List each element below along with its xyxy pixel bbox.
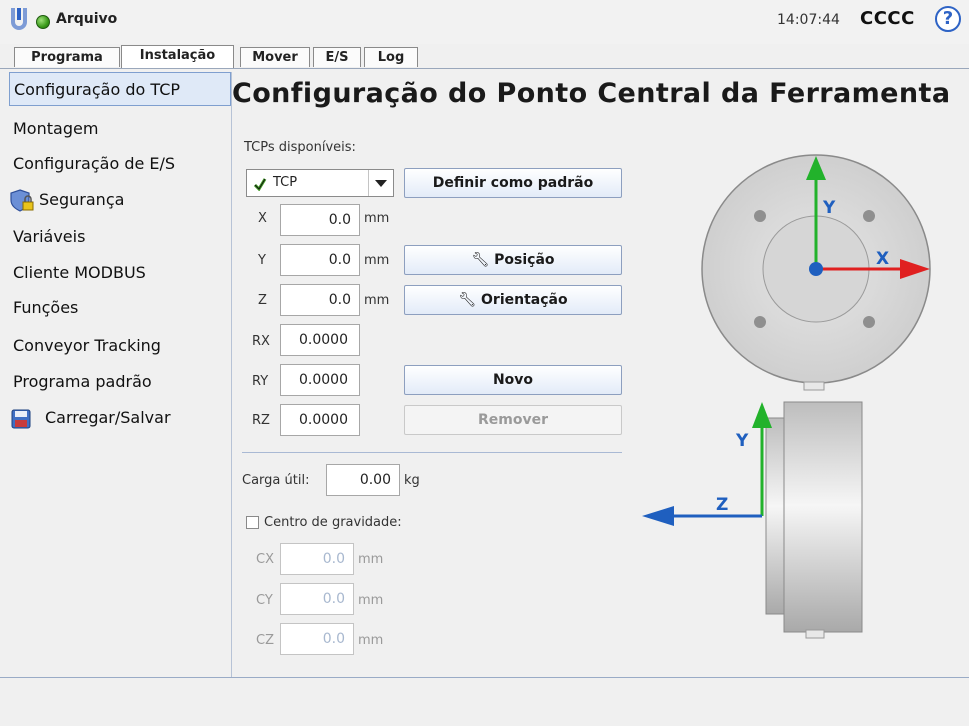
ry-field[interactable]: 0.0000 [280, 364, 360, 396]
z-unit: mm [364, 293, 390, 308]
help-button[interactable]: ? [935, 6, 961, 32]
cy-unit: mm [358, 593, 384, 608]
sidebar-item-label: Montagem [13, 119, 99, 138]
sidebar-item-label: Programa padrão [13, 372, 152, 391]
payload-label: Carga útil: [242, 473, 310, 488]
cog-checkbox[interactable] [246, 516, 259, 529]
tab-programa[interactable]: Programa [14, 47, 120, 67]
y-unit: mm [364, 253, 390, 268]
sidebar-item-es-config[interactable]: Configuração de E/S [9, 147, 231, 181]
file-menu[interactable]: Arquivo [56, 11, 117, 27]
cx-field[interactable]: 0.0 [280, 543, 354, 575]
x-unit: mm [364, 211, 390, 226]
set-default-button[interactable]: Definir como padrão [404, 168, 622, 198]
sidebar-item-conveyor[interactable]: Conveyor Tracking [9, 329, 231, 363]
side-z-axis-label: Z [716, 495, 728, 515]
tab-es[interactable]: E/S [313, 47, 361, 67]
rx-field[interactable]: 0.0000 [280, 324, 360, 356]
available-tcps-label: TCPs disponíveis: [244, 140, 356, 155]
z-field[interactable]: 0.0 [280, 284, 360, 316]
payload-unit: kg [404, 473, 420, 488]
tab-instalacao[interactable]: Instalação [121, 45, 234, 68]
y-field[interactable]: 0.0 [280, 244, 360, 276]
sidebar-item-variaveis[interactable]: Variáveis [9, 220, 231, 254]
cx-unit: mm [358, 552, 384, 567]
tab-mover[interactable]: Mover [240, 47, 310, 67]
remove-tcp-button[interactable]: Remover [404, 405, 622, 435]
orientation-button[interactable]: 🔧︎ Orientação [404, 285, 622, 315]
tab-log[interactable]: Log [364, 47, 418, 67]
position-button[interactable]: 🔧︎ Posição [404, 245, 622, 275]
cy-label: CY [256, 593, 273, 608]
sidebar-item-seguranca[interactable]: Segurança [9, 183, 231, 217]
sidebar-item-label: Conveyor Tracking [13, 336, 161, 355]
sidebar-item-label: Configuração do TCP [14, 80, 181, 99]
rz-label: RZ [252, 413, 270, 428]
sidebar-item-tcp[interactable]: Configuração do TCP [9, 72, 231, 106]
wand-icon: 🔧︎ [471, 252, 490, 268]
x-label: X [258, 211, 267, 226]
tab-divider [0, 68, 969, 69]
ur-logo-icon [11, 8, 27, 30]
cx-label: CX [256, 552, 274, 567]
sidebar: Configuração do TCP Montagem Configuraçã… [9, 72, 231, 677]
wand-icon: 🔧︎ [458, 292, 477, 308]
orientation-button-label: Orientação [481, 292, 568, 308]
clock: 14:07:44 [777, 12, 840, 28]
floppy-disk-icon [11, 409, 31, 429]
sidebar-item-montagem[interactable]: Montagem [9, 112, 231, 146]
cog-label: Centro de gravidade: [264, 515, 402, 530]
sidebar-item-carregar-salvar[interactable]: Carregar/Salvar [9, 401, 231, 435]
sidebar-item-programa-padrao[interactable]: Programa padrão [9, 365, 231, 399]
robot-name: CCCC [860, 8, 915, 29]
sidebar-item-label: Variáveis [13, 227, 86, 246]
footer-divider [0, 677, 969, 678]
sidebar-item-label: Cliente MODBUS [13, 263, 146, 282]
new-tcp-button[interactable]: Novo [404, 365, 622, 395]
cy-field[interactable]: 0.0 [280, 583, 354, 615]
checkmark-icon [253, 178, 267, 191]
rz-field[interactable]: 0.0000 [280, 404, 360, 436]
page-title: Configuração do Ponto Central da Ferrame… [232, 78, 951, 109]
flange-side-view: Y Z [642, 401, 863, 639]
cz-field[interactable]: 0.0 [280, 623, 354, 655]
rx-label: RX [252, 334, 270, 349]
tool-flange-diagram: Y X Y Z [642, 154, 931, 639]
position-button-label: Posição [494, 252, 555, 268]
tcp-select-value: TCP [273, 175, 298, 190]
sidebar-item-label: Funções [13, 298, 79, 317]
status-indicator-icon [36, 15, 50, 29]
top-x-axis-label: X [876, 249, 889, 269]
cz-label: CZ [256, 633, 274, 648]
sidebar-item-label: Segurança [39, 190, 125, 209]
sidebar-item-label: Carregar/Salvar [45, 408, 171, 427]
tcp-select[interactable]: TCP [246, 169, 394, 197]
flange-top-view: Y X [701, 154, 931, 391]
sidebar-item-modbus[interactable]: Cliente MODBUS [9, 256, 231, 290]
section-divider [242, 452, 622, 453]
chevron-down-icon [368, 170, 393, 196]
sidebar-divider [231, 72, 232, 677]
side-y-axis-label: Y [735, 431, 749, 451]
x-field[interactable]: 0.0 [280, 204, 360, 236]
top-y-axis-label: Y [822, 198, 836, 218]
sidebar-item-label: Configuração de E/S [13, 154, 176, 173]
cz-unit: mm [358, 633, 384, 648]
y-label: Y [258, 253, 266, 268]
payload-field[interactable]: 0.00 [326, 464, 400, 496]
ry-label: RY [252, 374, 269, 389]
sidebar-item-funcoes[interactable]: Funções [9, 291, 231, 325]
z-label: Z [258, 293, 267, 308]
shield-lock-icon [10, 189, 34, 212]
